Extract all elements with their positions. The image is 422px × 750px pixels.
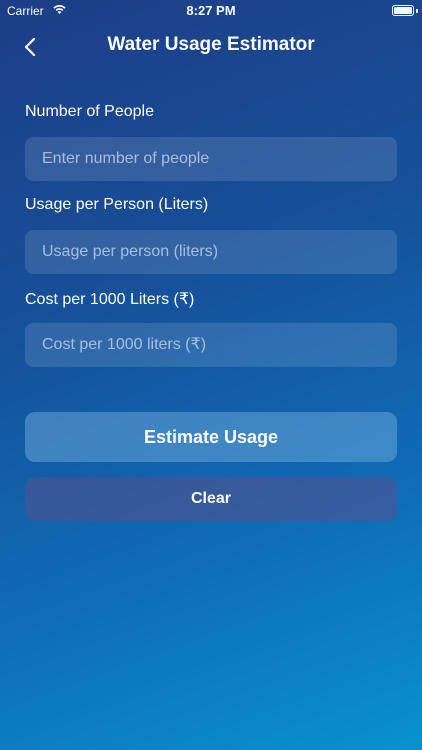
- usage-label: Usage per Person (Liters): [25, 196, 209, 213]
- battery-tip: [416, 9, 418, 13]
- clock-time: 8:27 PM: [186, 3, 236, 18]
- people-label: Number of People: [25, 103, 154, 120]
- usage-input[interactable]: [25, 230, 397, 274]
- navigation-bar: Water Usage Estimator: [0, 28, 422, 64]
- clear-button[interactable]: Clear: [25, 477, 397, 521]
- people-input[interactable]: [25, 137, 397, 181]
- estimate-usage-button[interactable]: Estimate Usage: [25, 412, 397, 462]
- status-bar: Carrier 8:27 PM: [0, 0, 422, 22]
- page-title: Water Usage Estimator: [107, 34, 315, 55]
- battery-icon: [392, 5, 414, 16]
- cost-input[interactable]: [25, 323, 397, 367]
- cost-label: Cost per 1000 Liters (₹): [25, 291, 195, 308]
